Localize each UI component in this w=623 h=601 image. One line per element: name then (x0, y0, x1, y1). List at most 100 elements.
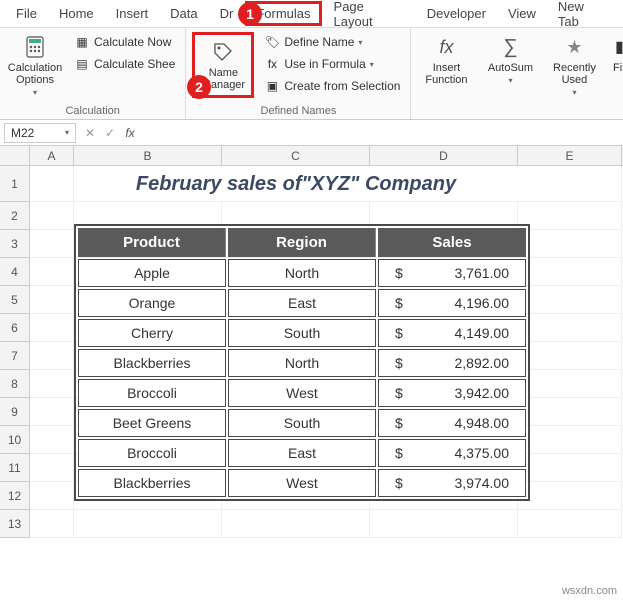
cell-region[interactable]: East (228, 439, 376, 467)
cell-sales[interactable]: $3,974.00 (378, 469, 526, 497)
cell-region[interactable]: West (228, 469, 376, 497)
cell[interactable] (30, 370, 74, 398)
row-header[interactable]: 8 (0, 370, 30, 398)
row-header[interactable]: 2 (0, 202, 30, 230)
row-header[interactable]: 4 (0, 258, 30, 286)
cell[interactable] (30, 230, 74, 258)
cell-sales[interactable]: $2,892.00 (378, 349, 526, 377)
formula-input[interactable] (140, 124, 623, 142)
cell-product[interactable]: Broccoli (78, 379, 226, 407)
select-all-corner[interactable] (0, 146, 30, 165)
cell-product[interactable]: Apple (78, 259, 226, 287)
tab-home[interactable]: Home (49, 2, 104, 25)
recently-used-button[interactable]: ★ Recently Used ▾ (545, 32, 603, 99)
financial-button-partial[interactable]: ▮ Fir (609, 32, 623, 76)
cell[interactable] (518, 398, 622, 426)
calculate-sheet-button[interactable]: ▤ Calculate Shee (70, 54, 179, 74)
cell[interactable] (30, 426, 74, 454)
cell[interactable] (222, 510, 370, 538)
cell-region[interactable]: West (228, 379, 376, 407)
selection-icon: ▣ (264, 78, 280, 94)
cell-sales[interactable]: $3,942.00 (378, 379, 526, 407)
cell-sales[interactable]: $3,761.00 (378, 259, 526, 287)
row-header[interactable]: 12 (0, 482, 30, 510)
tab-data[interactable]: Data (160, 2, 207, 25)
tab-insert[interactable]: Insert (106, 2, 159, 25)
create-from-selection-button[interactable]: ▣ Create from Selection (260, 76, 404, 96)
chevron-down-icon: ▾ (358, 38, 362, 47)
group-calculation: Calculation Options ▾ ▦ Calculate Now ▤ … (0, 28, 186, 119)
cell[interactable] (518, 286, 622, 314)
cell[interactable] (518, 482, 622, 510)
tab-developer[interactable]: Developer (417, 2, 496, 25)
define-name-button[interactable]: 🏷 Define Name ▾ (260, 32, 404, 52)
col-header-A[interactable]: A (30, 146, 74, 165)
col-header-E[interactable]: E (518, 146, 622, 165)
row-header[interactable]: 1 (0, 166, 30, 202)
cell[interactable] (518, 426, 622, 454)
insert-function-button[interactable]: fx Insert Function (417, 32, 475, 88)
cell[interactable] (30, 202, 74, 230)
cell[interactable] (30, 314, 74, 342)
cell[interactable] (74, 510, 222, 538)
cell[interactable] (30, 510, 74, 538)
cell[interactable] (518, 258, 622, 286)
cell[interactable] (30, 166, 74, 202)
cell[interactable] (30, 342, 74, 370)
col-header-C[interactable]: C (222, 146, 370, 165)
row-header[interactable]: 3 (0, 230, 30, 258)
calculate-now-button[interactable]: ▦ Calculate Now (70, 32, 179, 52)
star-icon: ★ (561, 34, 587, 60)
autosum-button[interactable]: ∑ AutoSum ▾ (481, 32, 539, 87)
cell[interactable] (518, 370, 622, 398)
cell-product[interactable]: Broccoli (78, 439, 226, 467)
cell-product[interactable]: Blackberries (78, 349, 226, 377)
cell-product[interactable]: Beet Greens (78, 409, 226, 437)
cell-region[interactable]: East (228, 289, 376, 317)
cell-sales[interactable]: $4,149.00 (378, 319, 526, 347)
calculation-options-button[interactable]: Calculation Options ▾ (6, 32, 64, 99)
accept-formula-button[interactable]: ✓ (100, 126, 120, 140)
cell-sales[interactable]: $4,196.00 (378, 289, 526, 317)
cell-sales[interactable]: $4,948.00 (378, 409, 526, 437)
row-header[interactable]: 5 (0, 286, 30, 314)
cell-product[interactable]: Blackberries (78, 469, 226, 497)
cell-region[interactable]: South (228, 319, 376, 347)
cell-sales[interactable]: $4,375.00 (378, 439, 526, 467)
cell-region[interactable]: North (228, 349, 376, 377)
row-header[interactable]: 7 (0, 342, 30, 370)
col-header-D[interactable]: D (370, 146, 518, 165)
cell-product[interactable]: Cherry (78, 319, 226, 347)
fx-button[interactable]: fx (120, 126, 140, 140)
cell[interactable] (518, 510, 622, 538)
cell-product[interactable]: Orange (78, 289, 226, 317)
cell[interactable] (30, 482, 74, 510)
cell[interactable] (518, 202, 622, 230)
insert-function-label: Insert Function (419, 62, 473, 86)
tab-file[interactable]: File (6, 2, 47, 25)
tag-small-icon: 🏷 (264, 34, 280, 50)
row-header[interactable]: 9 (0, 398, 30, 426)
row-header[interactable]: 10 (0, 426, 30, 454)
row-header[interactable]: 11 (0, 454, 30, 482)
name-box[interactable]: M22 ▾ (4, 123, 76, 143)
use-in-formula-button[interactable]: fx Use in Formula ▾ (260, 54, 404, 74)
cell[interactable] (518, 166, 622, 202)
cancel-formula-button[interactable]: ✕ (80, 126, 100, 140)
cell[interactable] (30, 454, 74, 482)
cell[interactable] (30, 258, 74, 286)
cell-region[interactable]: North (228, 259, 376, 287)
tab-view[interactable]: View (498, 2, 546, 25)
cell[interactable] (370, 510, 518, 538)
cell[interactable] (518, 454, 622, 482)
cell[interactable] (518, 342, 622, 370)
cell[interactable] (518, 314, 622, 342)
row-header[interactable]: 13 (0, 510, 30, 538)
cell[interactable] (30, 398, 74, 426)
title-cell[interactable]: February sales of"XYZ" Company (74, 166, 518, 202)
cell[interactable] (518, 230, 622, 258)
cell-region[interactable]: South (228, 409, 376, 437)
col-header-B[interactable]: B (74, 146, 222, 165)
row-header[interactable]: 6 (0, 314, 30, 342)
cell[interactable] (30, 286, 74, 314)
